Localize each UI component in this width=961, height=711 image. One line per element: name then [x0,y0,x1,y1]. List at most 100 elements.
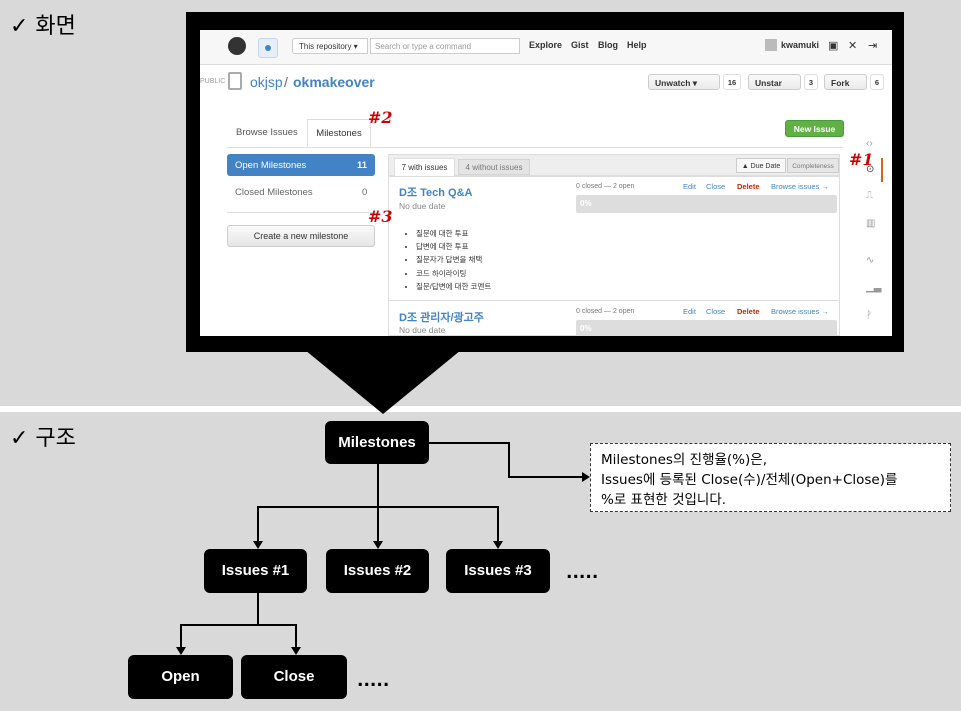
nav-explore[interactable]: Explore [529,40,562,50]
connector [377,506,379,542]
close-node: Close [241,655,347,699]
list-item: 코드 하이라이팅 [416,267,491,280]
note-line: Issues에 등록된 Close(수)/전체(Open+Close)를 [601,472,898,488]
watch-count[interactable]: 16 [723,74,741,90]
tab-browse-issues[interactable]: Browse Issues [236,127,298,138]
milestone-stat: 0 closed — 2 open [576,183,635,190]
progress-bar: 0% [576,195,837,213]
arrow-head [582,472,590,482]
connector [257,506,259,542]
unwatch-button[interactable]: Unwatch ▾ [648,74,720,90]
connector [508,476,584,478]
note-line: %로 표현한 것입니다. [601,492,727,508]
edit-link[interactable]: Edit [683,307,696,316]
search-input[interactable]: Search or type a command [370,38,520,54]
arrow-head [493,541,503,549]
milestones-node: Milestones [325,421,429,464]
username[interactable]: kwamuki [781,40,819,50]
marker-2: #2 [368,108,393,127]
new-issue-button[interactable]: New Issue [785,120,844,137]
milestone-due: No due date [399,201,446,211]
connector [497,506,499,542]
milestone-due: No due date [399,325,446,335]
marker-1: #1 [849,150,874,169]
tab-milestones[interactable]: Milestones [307,119,371,147]
repo-book-icon [228,72,242,90]
github-screenshot: This repository ▾ Search or type a comma… [200,30,892,336]
connector [257,593,259,625]
states-ellipsis: ..... [357,671,390,691]
network-icon[interactable]: ᚹ [866,310,872,321]
arrow-head [291,647,301,655]
note-line: Milestones의 진행율(%)은, [601,452,767,468]
callout-pointer [305,350,461,414]
issues-ellipsis: ..... [566,563,599,583]
connector [180,624,182,648]
list-item: 질문에 대한 투표 [416,227,491,240]
sidebar-item-count: 11 [357,160,368,171]
fork-count[interactable]: 6 [870,74,884,90]
milestone-description: 질문에 대한 투표 답변에 대한 투표 질문자가 답변을 채택 코드 하이라이팅… [406,227,491,293]
sidebar-item-label[interactable]: Open Milestones [235,160,306,171]
milestone-divider [388,300,840,301]
connector [295,624,297,648]
wiki-icon[interactable]: ▥ [866,218,875,229]
connector [377,464,379,507]
sort-completeness-button[interactable]: Completeness [787,158,839,173]
close-link[interactable]: Close [706,307,725,316]
close-link[interactable]: Close [706,182,725,191]
sidebar-item-closed-milestones[interactable]: Closed Milestones [235,187,313,198]
delete-link[interactable]: Delete [737,307,760,316]
issue-node-2: Issues #2 [326,549,429,593]
avatar[interactable] [765,39,777,51]
arrow-head [176,647,186,655]
settings-tools-icon[interactable]: ✕ [848,39,857,52]
create-milestone-button[interactable]: Create a new milestone [227,225,375,247]
milestone-title[interactable]: D조 Tech Q&A [399,184,472,200]
repo-separator: / [284,74,288,90]
repo-name-link[interactable]: okmakeover [293,74,375,90]
tabs-divider [227,147,843,148]
code-icon[interactable]: ‹› [866,138,873,149]
screen-section-title: ✓ 화면 [10,14,76,39]
progress-bar: 0% [576,320,837,336]
arrow-head [373,541,383,549]
notification-icon[interactable] [258,38,278,58]
repo-owner-link[interactable]: okjsp [250,74,283,90]
tab-without-issues[interactable]: 4 without issues [458,159,530,175]
sign-out-icon[interactable]: ⇥ [868,39,877,52]
nav-blog[interactable]: Blog [598,40,618,50]
issue-node-3: Issues #3 [446,549,550,593]
structure-section-title: ✓ 구조 [10,426,76,451]
arrow-head [253,541,263,549]
sidebar-item-count: 0 [362,187,368,198]
github-logo-icon[interactable] [228,37,246,55]
list-item: 답변에 대한 투표 [416,240,491,253]
list-item: 질문/답변에 대한 코멘트 [416,280,491,293]
nav-help[interactable]: Help [627,40,647,50]
list-item: 질문자가 답변을 채택 [416,253,491,266]
browse-issues-link[interactable]: Browse issues → [771,307,829,316]
progress-rate-note: Milestones의 진행율(%)은, Issues에 등록된 Close(수… [590,443,951,512]
active-indicator [881,158,883,182]
unstar-button[interactable]: Unstar [748,74,801,90]
search-scope-select[interactable]: This repository ▾ [292,38,368,54]
pull-request-icon[interactable]: ⎍ [866,190,873,201]
issue-node-1: Issues #1 [204,549,307,593]
browse-issues-link[interactable]: Browse issues → [771,182,829,191]
sort-due-date-button[interactable]: ▲ Due Date [736,158,786,173]
connector [508,442,510,477]
graphs-icon[interactable]: ▁▃ [866,282,881,293]
milestone-title[interactable]: D조 관리자/광고주 [399,309,484,325]
delete-link[interactable]: Delete [737,182,760,191]
pulse-icon[interactable]: ∿ [866,255,874,266]
milestone-stat: 0 closed — 2 open [576,308,635,315]
open-node: Open [128,655,233,699]
fork-button[interactable]: Fork [824,74,867,90]
star-count[interactable]: 3 [804,74,818,90]
nav-gist[interactable]: Gist [571,40,589,50]
tab-with-issues[interactable]: 7 with issues [394,158,455,176]
edit-link[interactable]: Edit [683,182,696,191]
new-repo-icon[interactable]: ▣ [828,39,838,52]
marker-3: #3 [368,207,393,226]
